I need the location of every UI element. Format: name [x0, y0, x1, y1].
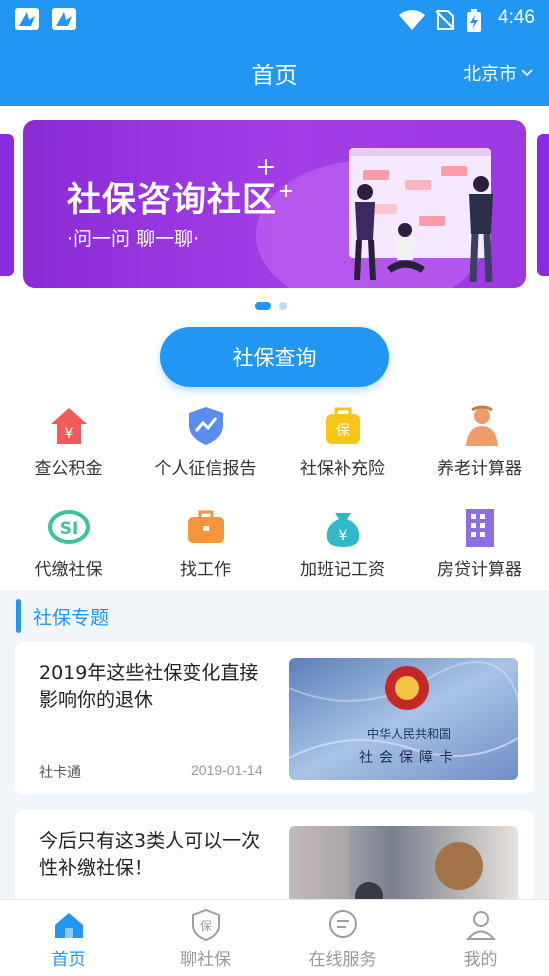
battery-charging-icon	[467, 9, 481, 32]
feature-label: 找工作	[180, 560, 231, 580]
nav-chat-social-security[interactable]: 保 聊社保	[137, 900, 274, 976]
nav-label: 在线服务	[308, 950, 377, 970]
clock: 4:46	[498, 7, 535, 28]
feature-shield-chart[interactable]: 个人征信报告	[137, 398, 274, 488]
top-app-bar: 4:46 首页 北京市	[0, 0, 549, 106]
card-image-text: 中华人民共和国	[367, 726, 451, 741]
no-sim-icon	[435, 10, 455, 30]
sparkle-icon	[280, 185, 292, 197]
feature-briefcase[interactable]: 找工作	[137, 499, 274, 589]
carousel-indicator	[255, 302, 287, 310]
feature-house-yen[interactable]: ¥ 查公积金	[0, 398, 137, 488]
briefcase-icon	[187, 510, 224, 543]
chevron-down-icon	[521, 69, 533, 77]
feature-label: 养老计算器	[437, 459, 522, 479]
city-selector[interactable]: 北京市	[463, 60, 533, 86]
nav-label: 我的	[463, 950, 498, 970]
article-date: 2019-01-14	[191, 762, 263, 778]
insurance-bag-icon: 保	[325, 407, 360, 444]
elder-icon	[465, 405, 498, 446]
carousel-dot[interactable]	[255, 302, 271, 310]
app-notification-icon	[15, 8, 39, 30]
person-illustration-icon	[386, 223, 425, 273]
feature-insurance-bag[interactable]: 保社保补充险	[274, 398, 411, 488]
nav-mine[interactable]: 我的	[412, 900, 549, 976]
article-title: 今后只有这3类人可以一次性补缴社保！	[39, 830, 261, 879]
app-notification-icon	[52, 8, 76, 30]
carousel-dot[interactable]	[279, 302, 287, 310]
svg-text:保: 保	[199, 919, 211, 933]
user-icon	[465, 911, 496, 940]
article-title: 2019年这些社保变化直接影响你的退休	[39, 662, 259, 711]
shield-chat-icon: 保	[191, 908, 220, 942]
article-thumbnail: 中华人民共和国 社会保障卡	[289, 658, 518, 780]
feature-label: 房贷计算器	[437, 560, 522, 580]
article-card[interactable]: 2019年这些社保变化直接影响你的退休 社卡通 2019-01-14 中华人民共…	[15, 642, 534, 794]
feature-label: 加班记工资	[300, 560, 385, 580]
banner-title: 社保咨询社区	[67, 180, 277, 220]
svg-text:SI: SI	[59, 519, 78, 539]
nav-label: 首页	[51, 950, 86, 970]
banner-slide[interactable]: 社保咨询社区 ·问一问 聊一聊·	[23, 120, 526, 288]
svg-text:¥: ¥	[64, 426, 73, 442]
topics-title: 社保专题	[33, 606, 110, 629]
topics-header: 社保专题	[16, 598, 109, 634]
feature-building[interactable]: 房贷计算器	[411, 499, 548, 589]
si-logo-icon: SI	[47, 510, 90, 544]
feature-money-bag[interactable]: ¥ 加班记工资	[274, 499, 411, 589]
city-label: 北京市	[463, 64, 517, 85]
status-bar: 4:46	[0, 0, 549, 40]
nav-home[interactable]: 首页	[0, 900, 137, 976]
house-yen-icon: ¥	[50, 408, 87, 444]
home-icon	[54, 913, 83, 938]
feature-si-logo[interactable]: SI 代缴社保	[0, 499, 137, 589]
money-bag-icon: ¥	[326, 513, 359, 547]
card-image-text: 社会保障卡	[359, 750, 459, 766]
banner-peek-left	[0, 134, 14, 276]
article-source: 社卡通	[39, 765, 81, 781]
chat-bubble-icon	[328, 910, 357, 938]
feature-label: 个人征信报告	[154, 459, 257, 479]
banner-subtitle: ·问一问 聊一聊·	[67, 228, 200, 250]
feature-elder[interactable]: 养老计算器	[411, 398, 548, 488]
banner-peek-right	[537, 134, 549, 276]
shield-chart-icon	[188, 407, 223, 445]
svg-text:¥: ¥	[338, 528, 347, 544]
social-security-query-button[interactable]: 社保查询	[160, 327, 389, 387]
wifi-icon	[399, 10, 425, 30]
svg-text:保: 保	[336, 423, 350, 439]
building-icon	[465, 509, 494, 547]
feature-label: 社保补充险	[300, 459, 385, 479]
person-illustration-icon	[469, 176, 493, 283]
feature-label: 代缴社保	[34, 560, 103, 580]
topics-accent-bar	[16, 599, 21, 633]
feature-label: 查公积金	[34, 459, 103, 479]
bottom-navigation: 首页 保 聊社保 在线服务 我的	[0, 899, 549, 976]
nav-online-service[interactable]: 在线服务	[274, 900, 411, 976]
sparkle-icon	[258, 159, 274, 175]
nav-label: 聊社保	[180, 950, 231, 970]
banner-carousel[interactable]: 社保咨询社区 ·问一问 聊一聊·	[0, 120, 549, 290]
